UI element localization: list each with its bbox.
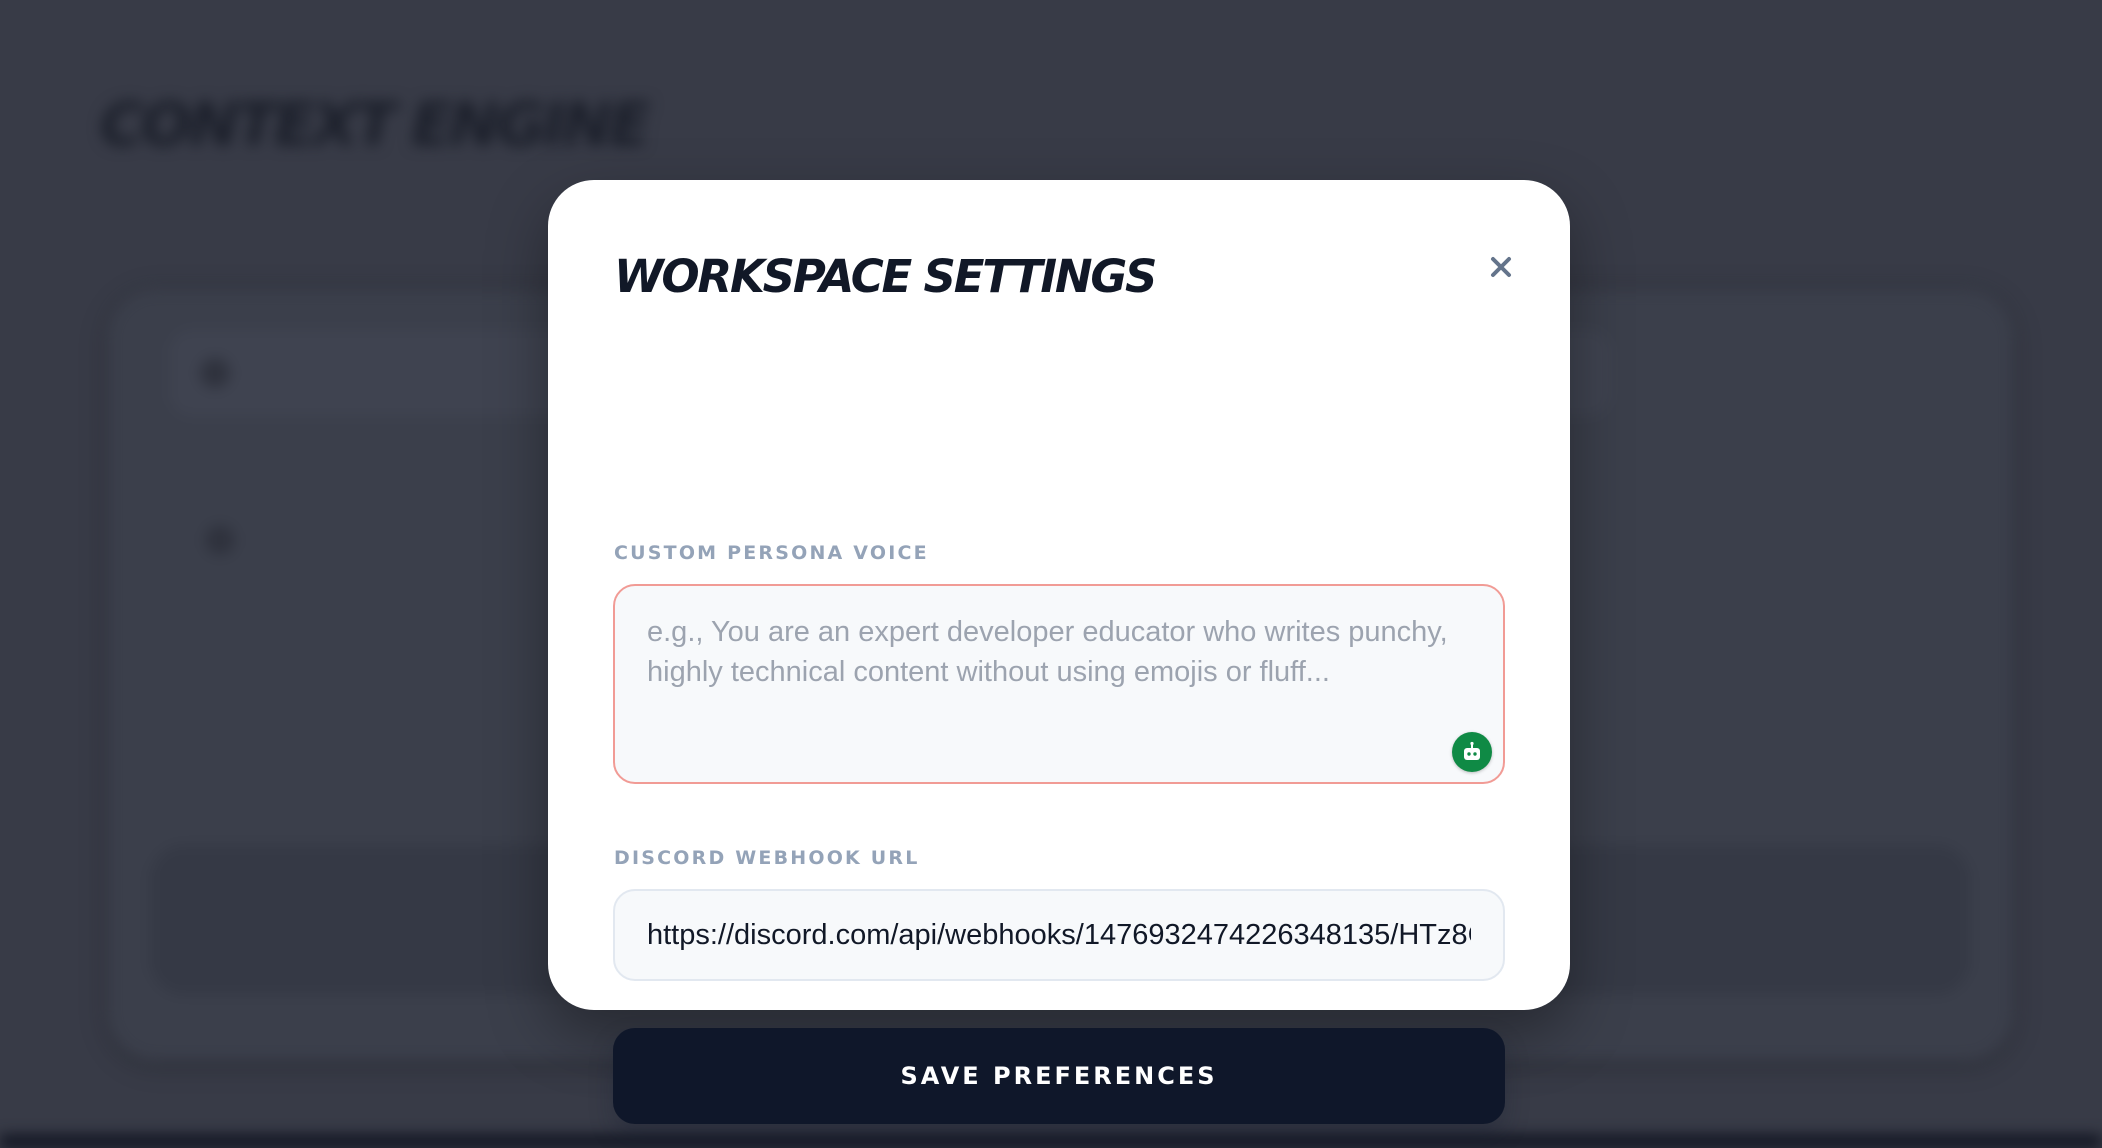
close-icon xyxy=(1491,257,1511,277)
close-button[interactable] xyxy=(1478,244,1524,290)
discord-webhook-input[interactable] xyxy=(613,889,1505,981)
modal-title: WORKSPACE SETTINGS xyxy=(614,250,1157,303)
persona-voice-textarea[interactable] xyxy=(613,584,1505,784)
assist-button[interactable] xyxy=(1452,732,1492,772)
background-app-title: CONTEXT ENGINE xyxy=(100,90,650,160)
robot-icon xyxy=(1464,741,1480,760)
persona-voice-label: CUSTOM PERSONA VOICE xyxy=(614,542,929,564)
discord-webhook-label: DISCORD WEBHOOK URL xyxy=(614,847,920,869)
background-row-icon xyxy=(205,525,235,555)
save-preferences-button[interactable]: SAVE PREFERENCES xyxy=(613,1028,1505,1124)
background-bottom-strip xyxy=(0,1135,2102,1148)
background-row-icon xyxy=(200,358,230,388)
workspace-settings-modal: WORKSPACE SETTINGS CUSTOM PERSONA VOICE … xyxy=(548,180,1570,1124)
